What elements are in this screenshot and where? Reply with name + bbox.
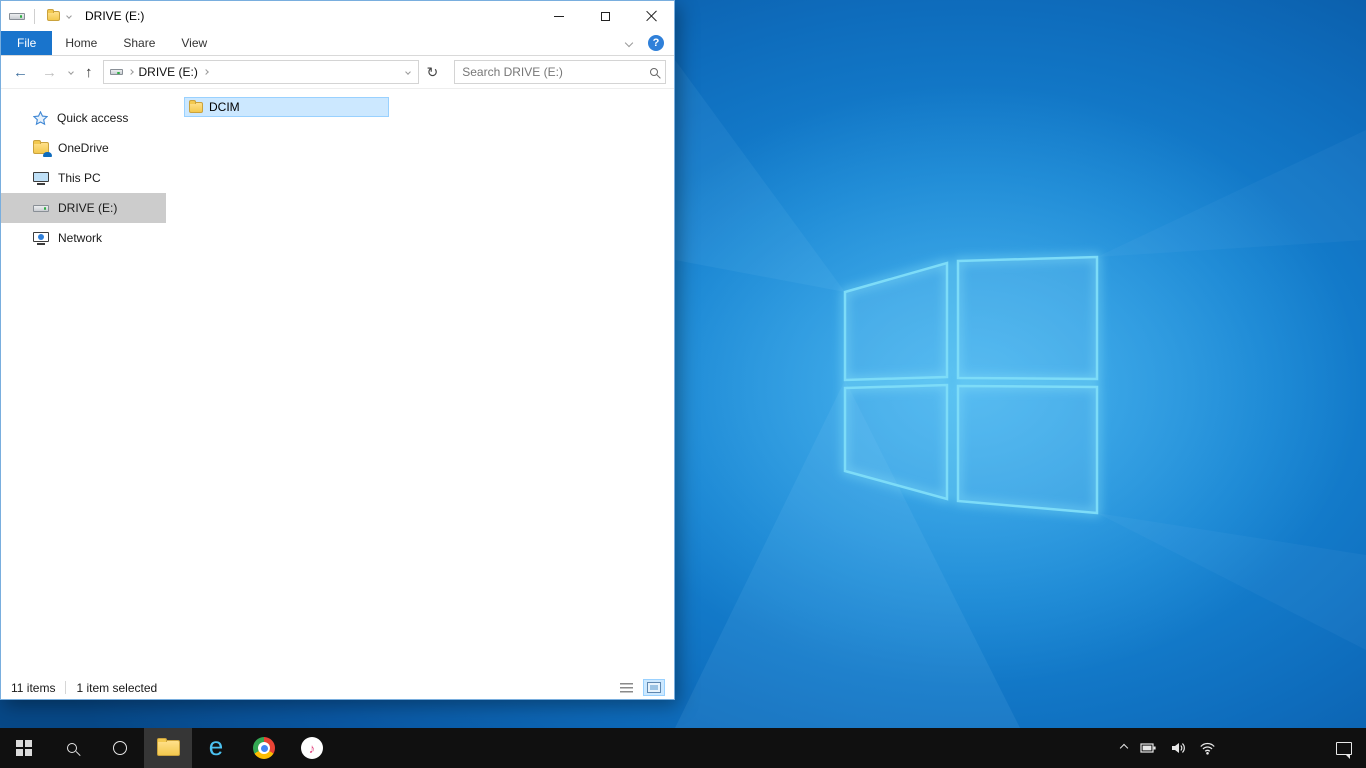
large-icons-view-button[interactable] — [643, 679, 665, 696]
back-button[interactable]: ← — [9, 63, 32, 82]
chrome-icon — [253, 737, 275, 759]
sidebar-item-network[interactable]: Network — [1, 223, 166, 253]
minimize-button[interactable] — [536, 1, 582, 31]
titlebar-separator — [34, 8, 35, 24]
tab-file[interactable]: File — [1, 31, 53, 55]
sidebar-item-label: OneDrive — [58, 141, 109, 155]
tab-view[interactable]: View — [168, 31, 221, 55]
start-button[interactable] — [0, 728, 48, 768]
onedrive-folder-icon — [33, 140, 52, 157]
sidebar-item-onedrive[interactable]: OneDrive — [1, 133, 166, 163]
forward-button[interactable]: → — [38, 63, 61, 82]
battery-button[interactable] — [1140, 740, 1157, 756]
action-center-button[interactable] — [1336, 728, 1352, 768]
address-bar[interactable]: DRIVE (E:) — [102, 60, 419, 84]
itunes-button[interactable]: ♪ — [288, 728, 336, 768]
chevron-down-icon — [66, 13, 72, 19]
tab-share[interactable]: Share — [110, 31, 169, 55]
folder-icon — [47, 9, 60, 21]
details-view-icon — [620, 682, 633, 693]
sidebar-item-this-pc[interactable]: This PC — [1, 163, 166, 193]
maximize-icon — [600, 11, 610, 21]
windows-logo-icon — [16, 740, 32, 756]
sidebar-item-label: DRIVE (E:) — [58, 201, 118, 215]
search-icon — [67, 743, 77, 753]
drive-icon — [33, 204, 49, 212]
breadcrumb-chevron-icon[interactable] — [127, 69, 134, 75]
internet-explorer-button[interactable]: e — [192, 728, 240, 768]
drive-icon — [109, 69, 123, 75]
sidebar-item-label: This PC — [58, 171, 101, 185]
action-center-icon — [1336, 741, 1352, 759]
system-tray — [1119, 728, 1216, 768]
close-button[interactable] — [628, 1, 674, 31]
sidebar-item-label: Network — [58, 231, 103, 245]
itunes-icon: ♪ — [301, 737, 323, 759]
title-bar[interactable]: DRIVE (E:) — [1, 1, 674, 31]
breadcrumb-chevron-icon[interactable] — [203, 69, 209, 75]
statusbar-separator — [65, 681, 67, 694]
chevron-down-icon — [404, 69, 411, 75]
chevron-up-icon — [1119, 743, 1129, 753]
maximize-button[interactable] — [582, 1, 628, 31]
search-input[interactable] — [462, 65, 650, 79]
selection-count: 1 item selected — [76, 680, 158, 695]
refresh-button[interactable]: ↻ — [425, 64, 441, 81]
battery-icon — [1140, 743, 1156, 753]
file-item-label: DCIM — [209, 100, 240, 114]
file-item-dcim[interactable]: DCIM — [184, 97, 389, 117]
taskbar-search-button[interactable] — [48, 728, 96, 768]
sidebar-item-label: Quick access — [57, 111, 129, 125]
up-button[interactable]: ↑ — [81, 63, 97, 82]
speaker-icon — [1172, 743, 1185, 753]
ribbon-tab-strip: File Home Share View ? — [1, 31, 674, 56]
search-icon[interactable] — [650, 68, 658, 76]
quick-access-toolbar-folder-button[interactable] — [44, 9, 63, 21]
network-button[interactable] — [1199, 740, 1216, 756]
details-view-button[interactable] — [617, 681, 636, 695]
tab-home[interactable]: Home — [52, 31, 111, 55]
close-icon — [645, 10, 657, 22]
cortana-button[interactable] — [96, 728, 144, 768]
internet-explorer-icon: e — [208, 731, 224, 761]
address-dropdown-button[interactable] — [404, 68, 412, 76]
network-icon — [33, 231, 49, 245]
recent-locations-button[interactable] — [67, 68, 75, 76]
sidebar-item-quick-access[interactable]: Quick access — [1, 103, 166, 133]
navigation-bar: ← → ↑ DRIVE (E:) ↻ — [1, 56, 674, 89]
large-icons-view-icon — [647, 682, 661, 693]
tray-overflow-button[interactable] — [1119, 743, 1129, 753]
file-explorer-window: DRIVE (E:) File Home Share View ? ← → ↑ … — [0, 0, 675, 700]
status-bar: 11 items 1 item selected — [1, 676, 674, 699]
window-drive-icon — [9, 12, 25, 20]
taskbar: e ♪ — [0, 728, 1366, 768]
minimize-icon — [554, 15, 564, 17]
navigation-pane: Quick access OneDrive This PC DRIVE (E:)… — [1, 89, 166, 676]
item-count: 11 items — [11, 680, 56, 695]
breadcrumb[interactable]: DRIVE (E:) — [139, 65, 198, 79]
chevron-down-icon — [624, 38, 634, 48]
wifi-icon — [1200, 742, 1215, 755]
file-explorer-icon — [156, 738, 180, 756]
help-button[interactable]: ? — [648, 35, 664, 51]
cortana-icon — [113, 741, 127, 755]
file-list[interactable]: DCIM — [166, 89, 674, 676]
search-box — [454, 60, 666, 84]
window-title: DRIVE (E:) — [85, 9, 145, 23]
sidebar-item-drive-e[interactable]: DRIVE (E:) — [1, 193, 166, 223]
volume-button[interactable] — [1170, 740, 1186, 756]
folder-icon — [189, 99, 203, 113]
star-icon — [33, 110, 48, 126]
quick-access-toolbar-customize-button[interactable] — [63, 13, 75, 19]
expand-ribbon-button[interactable] — [624, 38, 634, 48]
taskbar-file-explorer-button[interactable] — [144, 728, 192, 768]
pc-icon — [33, 171, 49, 185]
chrome-button[interactable] — [240, 728, 288, 768]
chevron-down-icon — [68, 69, 74, 75]
explorer-body: Quick access OneDrive This PC DRIVE (E:)… — [1, 89, 674, 676]
